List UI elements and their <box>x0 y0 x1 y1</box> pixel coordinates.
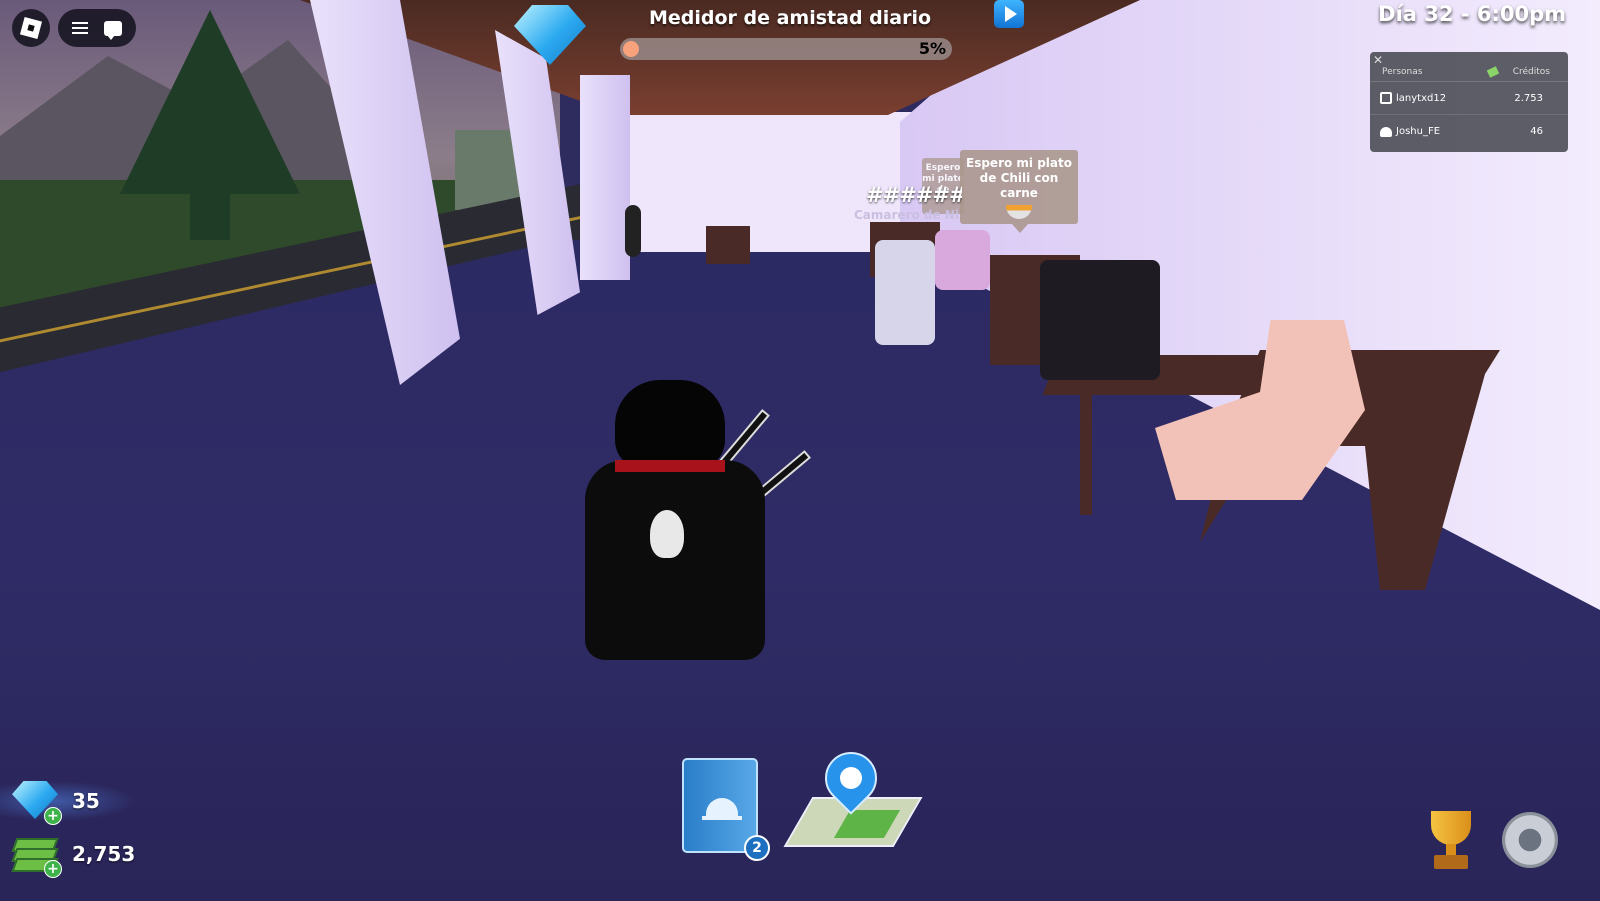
player-credits: 2.753 <box>1514 93 1543 104</box>
add-gems-icon[interactable]: + <box>44 807 62 825</box>
friendship-meter-title: Medidor de amistad diario <box>648 7 932 29</box>
roblox-menu-button[interactable] <box>12 9 50 47</box>
gear-icon[interactable] <box>1502 812 1558 868</box>
play-button-icon[interactable] <box>994 0 1024 28</box>
avatar-scarf <box>615 460 725 472</box>
gem-icon: + <box>12 781 62 825</box>
player-leaderboard[interactable]: ✕ Personas Créditos lanytxd12 2.753 Josh… <box>1370 52 1568 152</box>
credits-column-header: Créditos <box>1512 67 1550 77</box>
player-name: Joshu_FE <box>1396 126 1441 137</box>
cash-counter[interactable]: + 2,753 <box>11 834 136 878</box>
npc-name-tag: ###### <box>866 183 962 207</box>
player-credits: 46 <box>1530 126 1543 137</box>
player-avatar <box>580 380 811 660</box>
trophy-icon <box>1431 811 1471 845</box>
avatar-head <box>615 380 725 470</box>
day-time-label: Día 32 - 6:00pm <box>1378 2 1566 26</box>
friendship-meter-percent: 5% <box>918 39 946 58</box>
npc-customer[interactable] <box>875 240 935 345</box>
serving-menu-button[interactable]: 2 <box>682 758 770 861</box>
trophy-base <box>1434 855 1468 869</box>
gem-counter[interactable]: + 35 <box>12 781 100 825</box>
topbar-pill <box>58 9 136 47</box>
friendship-meter-fill <box>623 41 640 57</box>
leaderboard-header: Personas Créditos <box>1370 64 1568 82</box>
player-name: lanytxd12 <box>1396 93 1447 104</box>
npc-customer[interactable] <box>935 230 990 290</box>
hamburger-menu-icon[interactable] <box>72 22 88 34</box>
serving-bell-book-icon <box>702 798 742 820</box>
podium <box>706 226 750 264</box>
premium-icon <box>1380 92 1392 104</box>
npc-title-tag: Camarero de Niv <box>854 208 959 222</box>
roblox-logo-icon <box>19 16 43 40</box>
leaderboard-row[interactable]: Joshu_FE 46 <box>1370 116 1568 148</box>
friendship-meter-bar: 5% <box>620 38 952 60</box>
avatar-body <box>585 460 765 660</box>
order-text: Espero mi plato de Chili con carne <box>966 156 1072 200</box>
people-column-header: Personas <box>1382 67 1423 77</box>
leaderboard-row[interactable]: lanytxd12 2.753 <box>1370 83 1568 115</box>
map-button[interactable] <box>783 741 923 858</box>
cash-stack-icon: + <box>11 834 62 878</box>
friends-icon <box>1380 127 1392 137</box>
table-leg <box>1080 395 1092 515</box>
npc-walker[interactable] <box>625 205 641 257</box>
trophy-button[interactable] <box>1420 809 1482 871</box>
pillar <box>580 75 630 280</box>
cash-icon <box>1486 66 1500 78</box>
chili-bowl-icon <box>1006 205 1032 219</box>
speech-bubble-order: Espero mi plato de Chili con carne <box>960 150 1078 233</box>
notification-badge: 2 <box>744 835 770 861</box>
add-cash-icon[interactable]: + <box>44 860 62 878</box>
chat-icon[interactable] <box>104 20 122 40</box>
gem-count: 35 <box>72 789 100 813</box>
roblox-topbar <box>12 9 136 47</box>
npc-customer[interactable] <box>1040 260 1160 380</box>
ghostface-mask-icon <box>650 510 684 558</box>
cash-count: 2,753 <box>72 842 136 866</box>
